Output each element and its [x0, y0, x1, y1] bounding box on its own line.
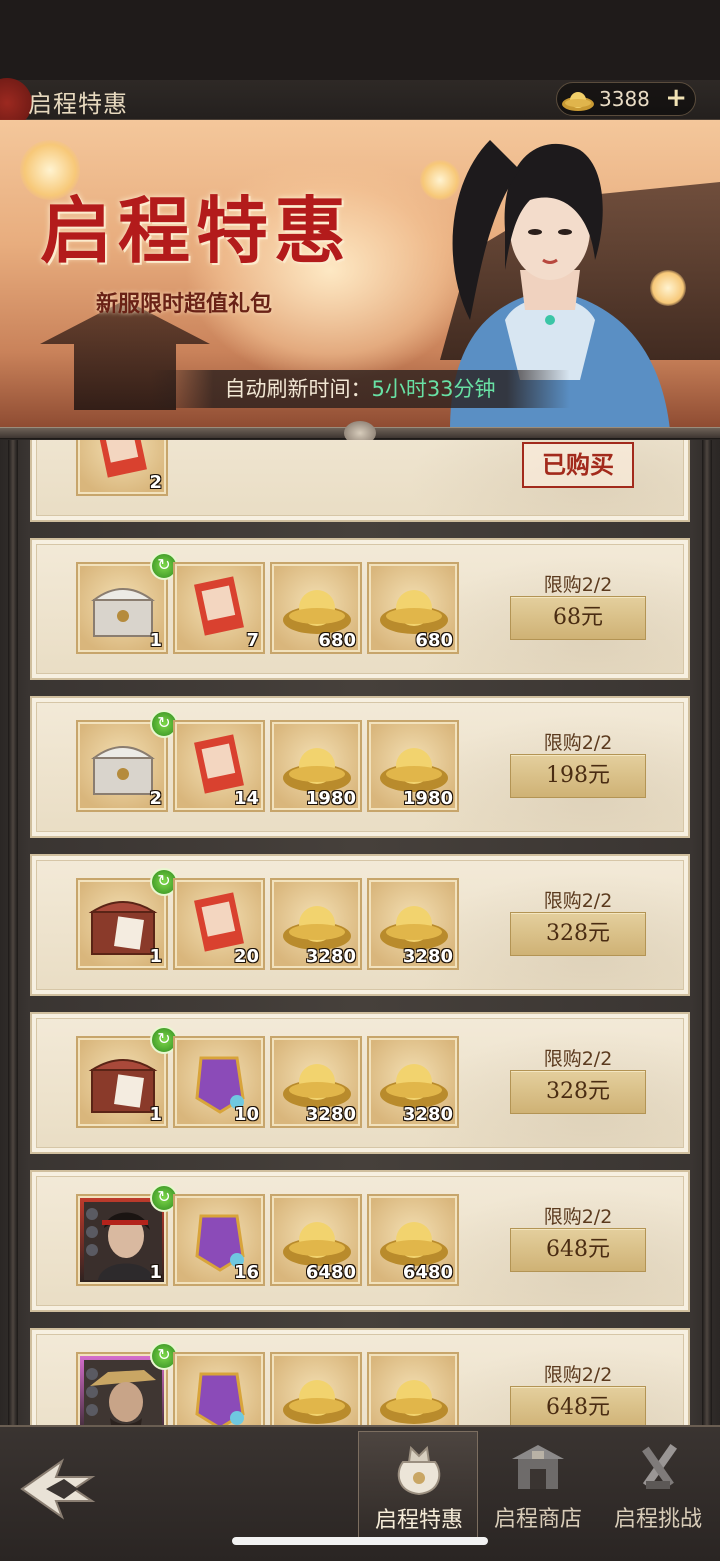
add-currency-button[interactable]: + [665, 83, 687, 113]
package-item[interactable]: ↻ 1 [76, 868, 178, 970]
package-item[interactable]: 1980 [367, 720, 459, 812]
item-quantity: 6480 [402, 1262, 453, 1283]
refresh-time: 5小时33分钟 [371, 377, 496, 401]
package-item[interactable]: 10 [173, 1036, 265, 1128]
package-item[interactable]: ↻ 1 [76, 1026, 178, 1128]
purchased-stamp: 已购买 [522, 442, 634, 488]
item-quantity: 1 [149, 946, 162, 967]
package-card: ↻ 1 7 680 680 限购2/2 68元 [30, 538, 690, 680]
item-quantity: 3280 [402, 1104, 453, 1125]
currency-amount: 3388 [599, 87, 650, 111]
shop-pavilion-icon [512, 1445, 564, 1489]
package-card: ↻ 1 20 3280 3280 限购2/2 328元 [30, 854, 690, 996]
package-card: 2 已购买 [30, 440, 690, 522]
purple-token-icon [195, 1372, 245, 1425]
package-list[interactable]: 2 已购买 ↻ 1 7 680 680 限购2/2 68元 ↻ 2 14 198… [0, 440, 720, 1425]
gift-bag-icon [397, 1445, 441, 1496]
right-rail-decoration [702, 440, 712, 1425]
buy-button[interactable]: 648元 [510, 1228, 646, 1272]
item-quantity: 14 [233, 788, 259, 809]
item-quantity: 6480 [305, 1262, 356, 1283]
package-item[interactable]: ↻ [76, 1342, 178, 1425]
buy-button[interactable]: 328元 [510, 912, 646, 956]
item-quantity: 3280 [305, 946, 356, 967]
tab-label: 启程特惠 [374, 1508, 463, 1533]
package-item[interactable]: ↻ 1 [76, 1184, 178, 1286]
item-quantity: 7 [246, 630, 259, 651]
purchase-limit: 限购2/2 [543, 1364, 613, 1386]
package-item[interactable] [173, 1352, 265, 1425]
package-item[interactable] [270, 1352, 362, 1425]
item-quantity: 1980 [402, 788, 453, 809]
tab-label: 启程商店 [493, 1507, 582, 1532]
banner-title: 启程特惠 [40, 188, 353, 273]
purchase-limit: 限购2/2 [543, 1206, 613, 1228]
item-quantity: 10 [233, 1104, 259, 1125]
gold-ingot-icon [283, 1380, 351, 1424]
package-card: ↻ 1 10 3280 3280 限购2/2 328元 [30, 1012, 690, 1154]
refresh-timer: 自动刷新时间：5小时33分钟 [150, 370, 570, 408]
package-card: ↻ 限购2/2 648元 [30, 1328, 690, 1425]
package-item[interactable]: ↻ 2 [76, 710, 178, 812]
purchase-limit: 限购2/2 [543, 1048, 613, 1070]
package-item[interactable]: 6480 [270, 1194, 362, 1286]
item-quantity: 680 [318, 630, 356, 651]
package-item[interactable] [367, 1352, 459, 1425]
banner-subtitle: 新服限时超值礼包 [96, 291, 273, 317]
package-item[interactable]: 20 [173, 878, 265, 970]
left-rail-decoration [8, 440, 18, 1425]
item-quantity: 20 [233, 946, 259, 967]
item-quantity: 1980 [305, 788, 356, 809]
top-bar: 启程特惠 3388 + [0, 78, 720, 128]
promo-banner: 启程特惠 新服限时超值礼包 自动刷新时间：5小时33分钟 [0, 120, 720, 430]
purchase-limit: 限购2/2 [543, 732, 613, 754]
package-card: ↻ 2 14 1980 1980 限购2/2 198元 [30, 696, 690, 838]
package-item[interactable]: ↻ 1 [76, 552, 178, 654]
currency-display[interactable]: 3388 + [556, 82, 696, 116]
package-item[interactable]: 6480 [367, 1194, 459, 1286]
package-item[interactable]: 680 [270, 562, 362, 654]
page-title: 启程特惠 [28, 90, 128, 118]
item-quantity: 2 [149, 788, 162, 809]
status-bar-area [0, 0, 720, 80]
item-quantity: 1 [149, 630, 162, 651]
item-quantity: 3280 [402, 946, 453, 967]
hero-portrait-icon [84, 1360, 162, 1425]
package-item[interactable]: 14 [173, 720, 265, 812]
item-quantity: 680 [415, 630, 453, 651]
item-quantity: 2 [149, 472, 162, 493]
gold-ingot-icon [562, 92, 594, 111]
buy-button[interactable]: 68元 [510, 596, 646, 640]
refresh-label: 自动刷新时间： [224, 377, 372, 401]
item-quantity: 1 [149, 1262, 162, 1283]
tab-launch-shop[interactable]: 启程商店 [478, 1431, 598, 1543]
tab-launch-challenge[interactable]: 启程挑战 [598, 1431, 718, 1543]
purchase-limit: 限购2/2 [543, 574, 613, 596]
buy-button[interactable]: 328元 [510, 1070, 646, 1114]
back-arrow-icon[interactable] [12, 1449, 102, 1529]
package-item[interactable]: 3280 [270, 1036, 362, 1128]
package-item[interactable]: 3280 [270, 878, 362, 970]
package-item[interactable]: 3280 [367, 878, 459, 970]
purchase-limit: 限购2/2 [543, 890, 613, 912]
item-quantity: 1 [149, 1104, 162, 1125]
gold-ingot-icon [380, 1380, 448, 1424]
home-indicator[interactable] [232, 1537, 488, 1545]
item-quantity: 16 [233, 1262, 259, 1283]
buy-button[interactable]: 648元 [510, 1386, 646, 1425]
tab-label: 启程挑战 [613, 1507, 702, 1532]
package-item[interactable]: 680 [367, 562, 459, 654]
buy-button[interactable]: 198元 [510, 754, 646, 798]
package-item[interactable]: 3280 [367, 1036, 459, 1128]
package-card: ↻ 1 16 6480 6480 限购2/2 648元 [30, 1170, 690, 1312]
package-item[interactable]: 7 [173, 562, 265, 654]
package-item[interactable]: 2 [76, 440, 168, 496]
package-item[interactable]: 1980 [270, 720, 362, 812]
item-quantity: 3280 [305, 1104, 356, 1125]
package-item[interactable]: 16 [173, 1194, 265, 1286]
tab-launch-deals[interactable]: 启程特惠 [358, 1431, 478, 1543]
crossed-swords-icon [642, 1443, 678, 1489]
